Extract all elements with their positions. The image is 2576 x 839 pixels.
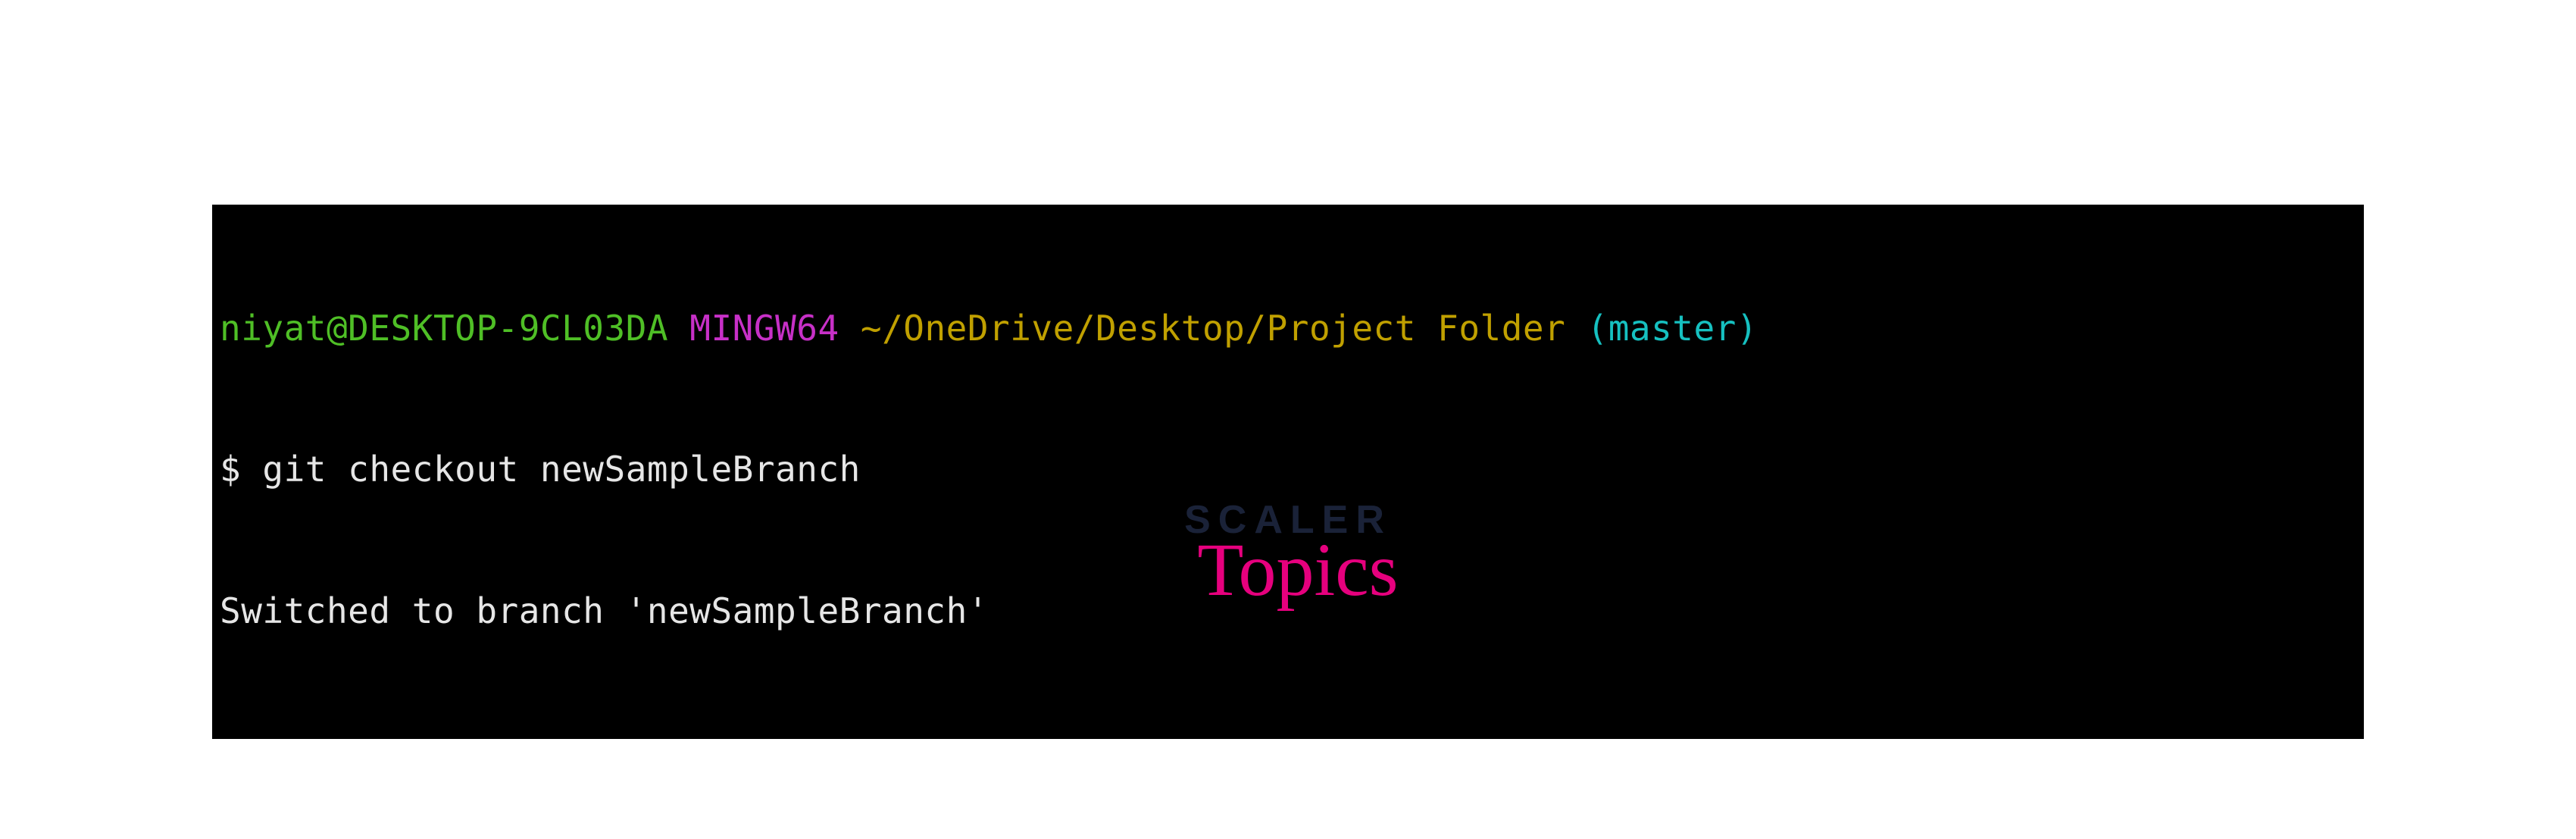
brand-line2: Topics [1197,532,1398,608]
prompt-branch-open: ( [1587,308,1608,349]
prompt-branch-close: ) [1737,308,1758,349]
prompt-line: niyat@DESKTOP-9CL03DA MINGW64 ~/OneDrive… [220,305,2356,352]
prompt-path: ~/OneDrive/Desktop/Project Folder [861,308,1565,349]
page-root: niyat@DESKTOP-9CL03DA MINGW64 ~/OneDrive… [0,0,2576,839]
command-text: git checkout newSampleBranch [262,449,860,490]
prompt-user-host: niyat@DESKTOP-9CL03DA [220,308,668,349]
command-line: $ git checkout newSampleBranch [220,446,2356,493]
prompt-branch: master [1608,308,1737,349]
prompt-symbol: $ [220,449,262,490]
terminal-window[interactable]: niyat@DESKTOP-9CL03DA MINGW64 ~/OneDrive… [212,205,2364,739]
prompt-env: MINGW64 [689,308,839,349]
brand-logo: SCALER Topics [1177,500,1398,608]
